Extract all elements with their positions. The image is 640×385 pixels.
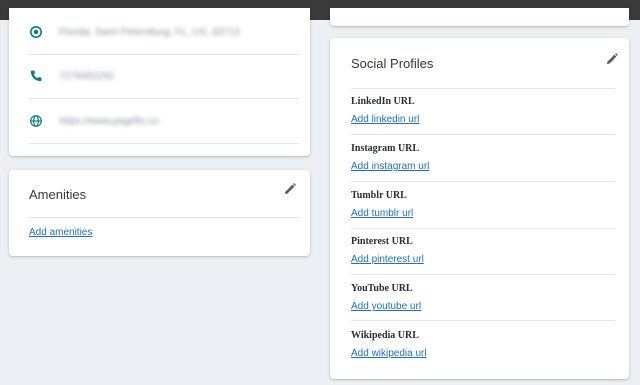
website-text: https://www.pagefix.co: [59, 115, 159, 127]
amenities-card: Amenities Add amenities: [9, 170, 310, 256]
edit-amenities-pencil-icon[interactable]: [283, 182, 297, 196]
phone-row: 7278452291: [29, 54, 299, 98]
website-row: https://www.pagefix.co: [29, 99, 299, 143]
location-pin-icon: [29, 25, 43, 39]
globe-icon: [29, 114, 43, 128]
add-youtube-link[interactable]: Add youtube url: [351, 301, 421, 312]
divider: [29, 217, 299, 218]
divider: [351, 274, 615, 275]
divider: [29, 143, 299, 144]
add-linkedin-link[interactable]: Add linkedin url: [351, 114, 419, 125]
social-profiles-title: Social Profiles: [351, 56, 434, 71]
social-profiles-card: Social Profiles LinkedIn URL Add linkedi…: [330, 38, 629, 379]
youtube-label: YouTube URL: [351, 283, 413, 294]
add-wikipedia-link[interactable]: Add wikipedia url: [351, 348, 427, 359]
pinterest-label: Pinterest URL: [351, 236, 413, 247]
amenities-title: Amenities: [29, 187, 87, 202]
card-above-social: [330, 8, 629, 26]
linkedin-label: LinkedIn URL: [351, 96, 415, 107]
add-tumblr-link[interactable]: Add tumblr url: [351, 208, 413, 219]
edit-social-pencil-icon[interactable]: [605, 52, 619, 66]
tumblr-label: Tumblr URL: [351, 190, 407, 201]
address-row: Florida, Saint Petersburg, FL, US, 33713: [29, 10, 299, 54]
phone-text: 7278452291: [59, 70, 115, 82]
divider: [351, 228, 615, 229]
divider: [351, 181, 615, 182]
add-instagram-link[interactable]: Add instagram url: [351, 161, 429, 172]
phone-icon: [29, 69, 43, 83]
instagram-label: Instagram URL: [351, 143, 420, 154]
contact-info-card: Florida, Saint Petersburg, FL, US, 33713…: [9, 8, 310, 156]
wikipedia-label: Wikipedia URL: [351, 330, 419, 341]
divider: [351, 320, 615, 321]
divider: [351, 88, 615, 89]
add-pinterest-link[interactable]: Add pinterest url: [351, 254, 424, 265]
address-text: Florida, Saint Petersburg, FL, US, 33713: [59, 26, 240, 38]
add-amenities-link[interactable]: Add amenities: [29, 227, 92, 238]
divider: [351, 134, 615, 135]
